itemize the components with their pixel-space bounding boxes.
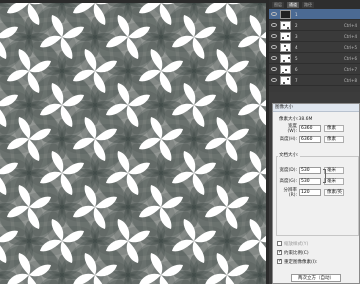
document-size-title: 文档大小: (278, 152, 300, 158)
layer-row[interactable]: 1 (269, 9, 360, 20)
checkbox-box[interactable] (277, 249, 282, 255)
layer-row[interactable]: 4 Ctrl+5 (269, 42, 360, 53)
layer-shortcut: Ctrl+5 (343, 44, 357, 50)
scale-styles-checkbox[interactable]: 缩放样式(Y) (277, 240, 308, 247)
pixel-size-label: 像素大小:38.6M (279, 117, 313, 122)
doc-width-label: 宽度(D): (279, 168, 298, 173)
layers-panel: 图层 通道 路径 1 2 Ctrl+4 3 Ctrl+4 4 Ctrl+5 5 … (269, 0, 360, 92)
layer-name: 1 (295, 11, 298, 17)
layer-thumbnail (280, 75, 291, 85)
resolution-input[interactable]: 120 (299, 188, 321, 196)
layer-shortcut: Ctrl+6 (343, 55, 357, 61)
floral-pattern-artwork (0, 3, 266, 284)
resolution-unit-select[interactable]: 像素/英 (324, 188, 344, 196)
layer-row[interactable]: 3 Ctrl+4 (269, 31, 360, 42)
pixel-height-input[interactable]: 6360 (299, 135, 321, 143)
layer-thumbnail (280, 31, 291, 41)
doc-height-unit-select[interactable]: 毫米 (324, 177, 344, 185)
constrain-label: 约束比例(C) (284, 250, 309, 256)
checkbox-box[interactable] (277, 241, 282, 246)
doc-width-unit-select[interactable]: 毫米 (324, 166, 344, 174)
constrain-proportions-checkbox[interactable]: 约束比例(C) (277, 249, 309, 256)
layer-thumbnail (280, 20, 291, 30)
resolution-label: 分辨率(R): (283, 187, 298, 198)
pixel-width-unit-select[interactable]: 像素 (324, 124, 344, 132)
pixel-height-unit-select[interactable]: 像素 (324, 135, 344, 143)
doc-height-input[interactable]: 530 (299, 177, 321, 185)
layer-thumbnail (280, 9, 291, 19)
layer-shortcut: Ctrl+4 (343, 33, 357, 39)
layer-thumbnail (280, 53, 291, 63)
resolution-row: 分辨率(R): 120 像素/英 (279, 187, 344, 198)
pixel-height-label: 高度(H): (279, 137, 297, 142)
doc-width-row: 宽度(D): 530 毫米 (279, 166, 344, 174)
layer-thumbnail (280, 64, 291, 74)
layer-name: 3 (295, 33, 298, 39)
dialog-title[interactable]: 图像大小 (273, 104, 359, 112)
eye-icon[interactable] (271, 56, 277, 60)
tab-paths[interactable]: 路径 (302, 1, 314, 8)
checkbox-box[interactable] (277, 258, 282, 264)
resample-checkbox[interactable]: 重定图像像素(I): (277, 258, 317, 265)
resample-label: 重定图像像素(I): (284, 259, 318, 265)
scale-styles-label: 缩放样式(Y) (284, 241, 309, 247)
pixel-width-label: 宽度(W): (287, 123, 297, 134)
layer-name: 4 (295, 44, 298, 50)
eye-icon[interactable] (271, 78, 277, 82)
layer-thumbnail (280, 42, 291, 52)
tab-layers[interactable]: 图层 (272, 1, 284, 8)
layer-name: 5 (295, 55, 298, 61)
layer-shortcut: Ctrl+4 (343, 22, 357, 28)
doc-height-label: 高度(G): (279, 179, 297, 184)
pixel-width-row: 宽度(W): 6360 像素 (279, 123, 344, 134)
layer-name: 7 (295, 77, 298, 83)
layer-row[interactable]: 6 Ctrl+7 (269, 64, 360, 75)
tab-channels[interactable]: 通道 (287, 1, 299, 8)
image-size-dialog: 图像大小 像素大小:38.6M 宽度(W): 6360 像素 高度(H): 63… (272, 103, 360, 284)
doc-width-input[interactable]: 530 (299, 166, 321, 174)
eye-icon[interactable] (271, 12, 277, 16)
document-canvas[interactable] (0, 0, 269, 284)
pixel-width-input[interactable]: 6360 (299, 124, 321, 132)
resample-method-select[interactable]: 两次立方（自动） (291, 274, 341, 282)
layer-row[interactable]: 7 Ctrl+8 (269, 75, 360, 86)
layer-row[interactable]: 2 Ctrl+4 (269, 20, 360, 31)
eye-icon[interactable] (271, 34, 277, 38)
layer-name: 2 (295, 22, 298, 28)
layer-shortcut: Ctrl+8 (343, 77, 357, 83)
constrain-link-icon (323, 169, 326, 183)
layer-shortcut: Ctrl+7 (343, 66, 357, 72)
eye-icon[interactable] (271, 67, 277, 71)
layer-row[interactable]: 5 Ctrl+6 (269, 53, 360, 64)
layer-name: 6 (295, 66, 298, 72)
eye-icon[interactable] (271, 23, 277, 27)
pixel-height-row: 高度(H): 6360 像素 (279, 135, 344, 143)
eye-icon[interactable] (271, 45, 277, 49)
layers-panel-tabs: 图层 通道 路径 (269, 0, 360, 9)
doc-height-row: 高度(G): 530 毫米 (279, 177, 344, 185)
